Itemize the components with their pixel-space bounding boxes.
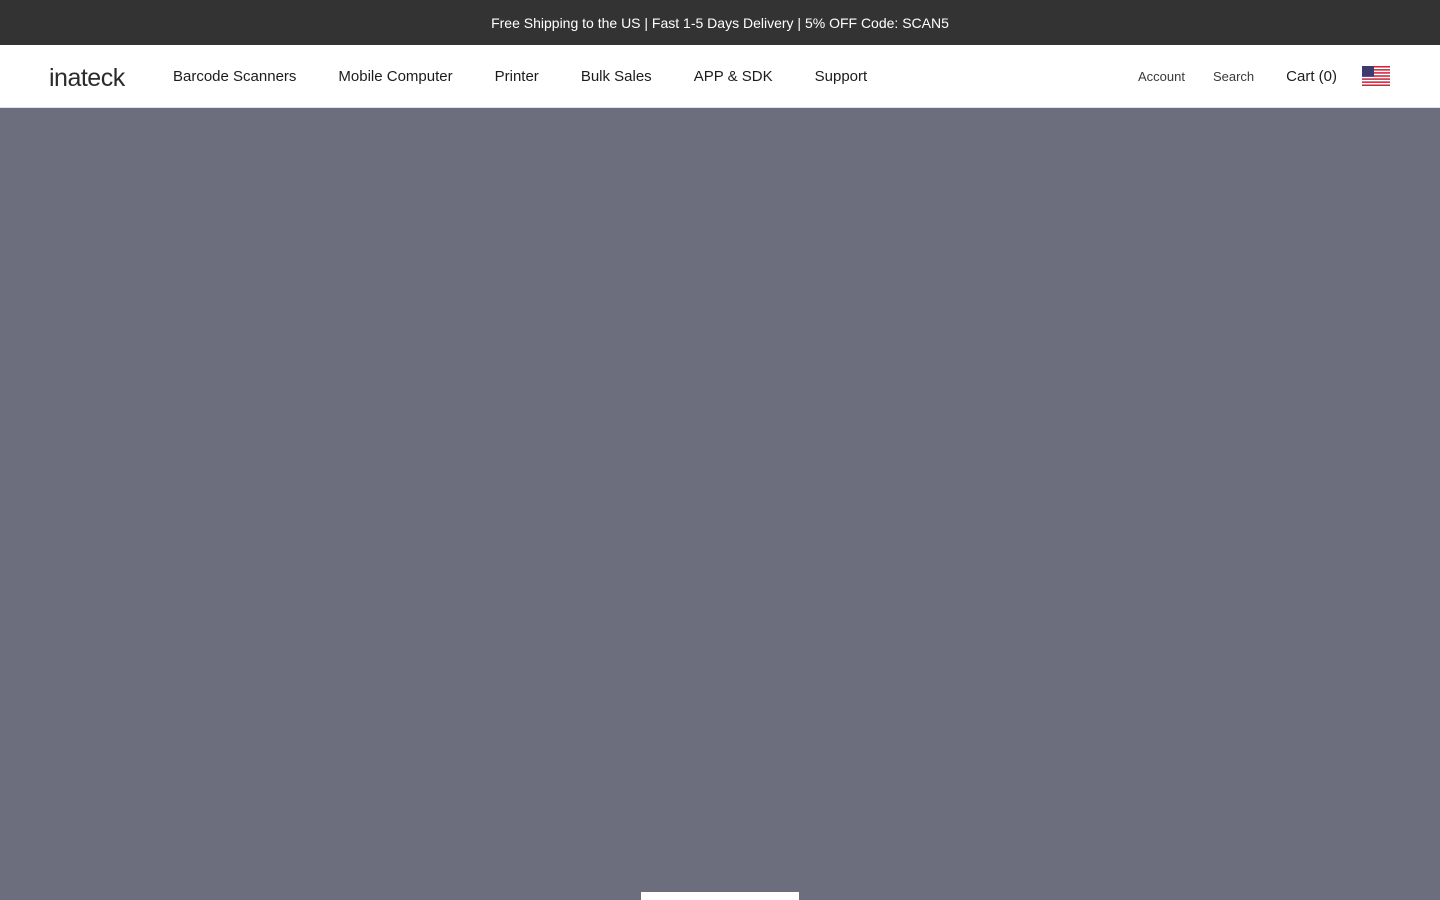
- site-header: inateck Barcode Scanners Mobile Computer…: [0, 45, 1440, 108]
- announcement-bar: Free Shipping to the US | Fast 1-5 Days …: [0, 0, 1440, 45]
- svg-text:inateck: inateck: [49, 64, 126, 92]
- account-link[interactable]: Account: [1138, 69, 1185, 84]
- header-utilities: Account Search Cart (0): [1138, 45, 1390, 107]
- hero-banner: [0, 108, 1440, 900]
- nav-item-bulk-sales[interactable]: Bulk Sales: [581, 68, 652, 85]
- cart-link[interactable]: Cart (0): [1286, 68, 1337, 85]
- hero-cta-button[interactable]: [641, 892, 799, 900]
- us-flag-icon[interactable]: [1362, 66, 1390, 86]
- search-link[interactable]: Search: [1213, 69, 1254, 84]
- inateck-logo[interactable]: inateck: [49, 62, 137, 92]
- nav-item-barcode-scanners[interactable]: Barcode Scanners: [173, 68, 296, 85]
- nav-item-app-sdk[interactable]: APP & SDK: [694, 68, 773, 85]
- nav-item-support[interactable]: Support: [815, 68, 868, 85]
- main-nav: Barcode Scanners Mobile Computer Printer…: [173, 45, 909, 107]
- announcement-text: Free Shipping to the US | Fast 1-5 Days …: [491, 14, 949, 31]
- nav-item-mobile-computer[interactable]: Mobile Computer: [338, 68, 452, 85]
- nav-item-printer[interactable]: Printer: [495, 68, 539, 85]
